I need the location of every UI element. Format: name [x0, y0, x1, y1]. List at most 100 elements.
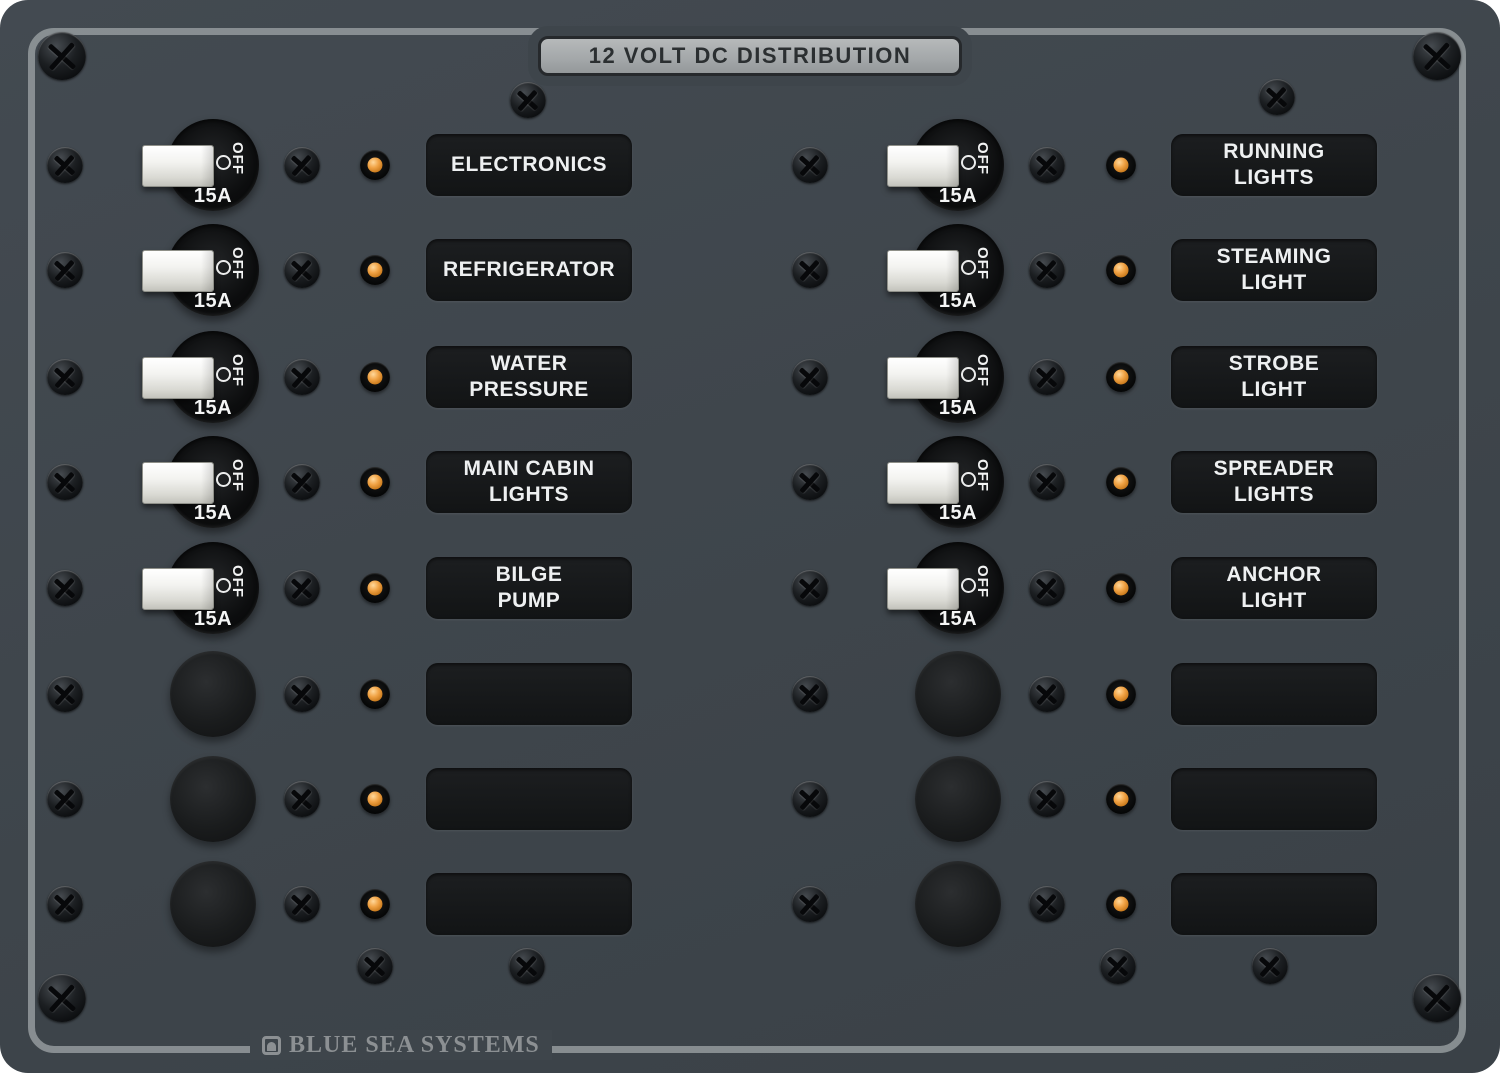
circuit-breaker[interactable]: OFF 15A: [167, 542, 259, 634]
mounting-screw: [1029, 570, 1065, 606]
blue-sea-logo-icon: [262, 1036, 281, 1055]
mounting-screw: [792, 570, 828, 606]
breaker-toggle[interactable]: [142, 568, 214, 610]
mounting-screw: [1259, 79, 1295, 115]
breaker-rating: 15A: [167, 502, 259, 525]
edge-screw: [47, 676, 83, 712]
mounting-screw: [1029, 464, 1065, 500]
indicator-led: [1106, 255, 1136, 285]
breaker-toggle[interactable]: [887, 250, 959, 292]
blank-breaker-cap: [915, 651, 1001, 737]
indicator-led: [1106, 573, 1136, 603]
mounting-screw: [1029, 676, 1065, 712]
mounting-screw: [284, 886, 320, 922]
blank-circuit-label: [426, 768, 632, 830]
mounting-screw: [792, 886, 828, 922]
corner-screw: [1413, 974, 1461, 1022]
indicator-led: [360, 679, 390, 709]
breaker-toggle[interactable]: [142, 357, 214, 399]
edge-screw: [47, 252, 83, 288]
edge-screw: [47, 781, 83, 817]
circuit-breaker[interactable]: OFF 15A: [912, 331, 1004, 423]
breaker-toggle[interactable]: [142, 462, 214, 504]
circuit-breaker[interactable]: OFF 15A: [167, 436, 259, 528]
mounting-screw: [357, 948, 393, 984]
indicator-led: [1106, 467, 1136, 497]
mounting-screw: [284, 252, 320, 288]
indicator-led: [360, 784, 390, 814]
indicator-led: [360, 467, 390, 497]
mounting-screw: [1100, 948, 1136, 984]
indicator-led: [1106, 362, 1136, 392]
mounting-screw: [792, 252, 828, 288]
indicator-led: [360, 573, 390, 603]
mounting-screw: [792, 147, 828, 183]
breaker-toggle[interactable]: [142, 145, 214, 187]
breaker-rating: 15A: [912, 502, 1004, 525]
breaker-state-label: OFF: [974, 354, 991, 398]
distribution-panel: 12 VOLT DC DISTRIBUTION OFF 15A ELECTRON…: [0, 0, 1500, 1073]
indicator-led: [1106, 150, 1136, 180]
mounting-screw: [1252, 948, 1288, 984]
circuit-breaker[interactable]: OFF 15A: [167, 119, 259, 211]
blank-circuit-label: [1171, 873, 1377, 935]
breaker-state-label: OFF: [974, 142, 991, 186]
corner-screw: [1413, 32, 1461, 80]
breaker-rating: 15A: [912, 608, 1004, 631]
indicator-led: [1106, 889, 1136, 919]
blank-breaker-cap: [170, 651, 256, 737]
mounting-screw: [1029, 252, 1065, 288]
blank-breaker-cap: [915, 756, 1001, 842]
mounting-screw: [792, 359, 828, 395]
edge-screw: [47, 147, 83, 183]
breaker-state-label: OFF: [974, 565, 991, 609]
mounting-screw: [1029, 781, 1065, 817]
breaker-toggle[interactable]: [887, 357, 959, 399]
circuit-breaker[interactable]: OFF 15A: [167, 224, 259, 316]
breaker-state-label: OFF: [229, 354, 246, 398]
indicator-led: [360, 362, 390, 392]
mounting-screw: [284, 359, 320, 395]
edge-screw: [47, 359, 83, 395]
breaker-toggle[interactable]: [887, 568, 959, 610]
breaker-state-label: OFF: [974, 247, 991, 291]
indicator-led: [1106, 784, 1136, 814]
breaker-rating: 15A: [912, 185, 1004, 208]
breaker-state-label: OFF: [229, 459, 246, 503]
circuit-label: REFRIGERATOR: [426, 239, 632, 301]
circuit-breaker[interactable]: OFF 15A: [167, 331, 259, 423]
breaker-rating: 15A: [167, 397, 259, 420]
breaker-rating: 15A: [167, 185, 259, 208]
mounting-screw: [792, 464, 828, 500]
edge-screw: [47, 464, 83, 500]
breaker-toggle[interactable]: [142, 250, 214, 292]
breaker-state-label: OFF: [229, 247, 246, 291]
circuit-label: STEAMING LIGHT: [1171, 239, 1377, 301]
corner-screw: [38, 974, 86, 1022]
blank-circuit-label: [1171, 768, 1377, 830]
mounting-screw: [510, 82, 546, 118]
mounting-screw: [284, 676, 320, 712]
breaker-rating: 15A: [912, 290, 1004, 313]
breaker-toggle[interactable]: [887, 462, 959, 504]
mounting-screw: [1029, 147, 1065, 183]
breaker-state-label: OFF: [229, 142, 246, 186]
mounting-screw: [284, 147, 320, 183]
breaker-state-label: OFF: [229, 565, 246, 609]
circuit-label: BILGE PUMP: [426, 557, 632, 619]
indicator-led: [360, 255, 390, 285]
breaker-toggle[interactable]: [887, 145, 959, 187]
circuit-label: ELECTRONICS: [426, 134, 632, 196]
blank-circuit-label: [426, 663, 632, 725]
mounting-screw: [792, 781, 828, 817]
indicator-led: [360, 889, 390, 919]
circuit-breaker[interactable]: OFF 15A: [912, 224, 1004, 316]
circuit-breaker[interactable]: OFF 15A: [912, 436, 1004, 528]
brand-logo: BLUE SEA SYSTEMS: [250, 1030, 552, 1060]
corner-screw: [38, 32, 86, 80]
mounting-screw: [1029, 886, 1065, 922]
edge-screw: [47, 886, 83, 922]
circuit-breaker[interactable]: OFF 15A: [912, 542, 1004, 634]
mounting-screw: [284, 570, 320, 606]
circuit-breaker[interactable]: OFF 15A: [912, 119, 1004, 211]
